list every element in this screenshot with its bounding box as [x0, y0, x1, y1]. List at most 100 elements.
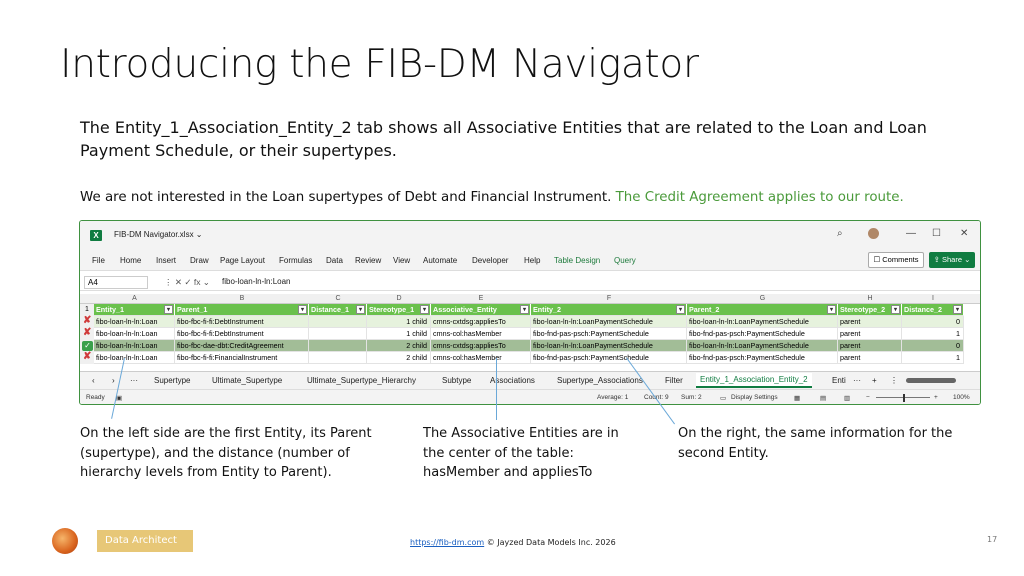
minimize-icon[interactable]: —: [906, 228, 916, 239]
table-cell[interactable]: fibo-fnd-pas-psch:PaymentSchedule: [531, 352, 687, 364]
menu-help[interactable]: Help: [524, 256, 540, 265]
table-cell[interactable]: 2 child: [367, 352, 431, 364]
header-cell[interactable]: Entity_1 ▾: [94, 304, 175, 316]
table-cell[interactable]: fibo-fnd-pas-psch:PaymentSchedule: [687, 352, 838, 364]
table-cell[interactable]: cmns-col:hasMember: [431, 328, 531, 340]
table-cell[interactable]: fibo-loan-ln-ln:LoanPaymentSchedule: [687, 316, 838, 328]
column-header[interactable]: A: [94, 294, 175, 304]
sheet-list-icon[interactable]: ⋮: [890, 376, 898, 385]
menu-formulas[interactable]: Formulas: [279, 256, 312, 265]
header-cell[interactable]: Entity_2 ▾: [531, 304, 687, 316]
table-cell[interactable]: [309, 352, 367, 364]
filter-dropdown-icon[interactable]: ▾: [164, 305, 173, 314]
header-cell[interactable]: Parent_2 ▾: [687, 304, 838, 316]
header-cell[interactable]: Parent_1 ▾: [175, 304, 309, 316]
prev-sheet-icon[interactable]: ‹: [92, 376, 95, 385]
table-cell[interactable]: [309, 328, 367, 340]
menu-page-layout[interactable]: Page Layout: [220, 256, 265, 265]
row-number[interactable]: ✘: [80, 327, 94, 340]
filter-dropdown-icon[interactable]: ▾: [891, 305, 900, 314]
column-header[interactable]: G: [687, 294, 838, 304]
tab-filter[interactable]: Filter: [665, 376, 683, 385]
zoom-slider-thumb[interactable]: [903, 394, 905, 402]
formula-input[interactable]: fibo-loan-ln-ln:Loan: [222, 277, 291, 286]
table-cell[interactable]: 1: [902, 352, 964, 364]
tab-ultimate-supertype-hierarchy[interactable]: Ultimate_Supertype_Hierarchy: [307, 376, 416, 385]
tab-ultimate-supertype[interactable]: Ultimate_Supertype: [212, 376, 282, 385]
filter-dropdown-icon[interactable]: ▾: [953, 305, 962, 314]
table-cell[interactable]: fibo-loan-ln-ln:Loan: [94, 328, 175, 340]
menu-insert[interactable]: Insert: [156, 256, 176, 265]
table-cell[interactable]: fibo-loan-ln-ln:LoanPaymentSchedule: [531, 316, 687, 328]
table-cell[interactable]: fibo-fbc-dae-dbt:CreditAgreement: [175, 340, 309, 352]
search-icon[interactable]: ⌕: [837, 228, 843, 239]
menu-draw[interactable]: Draw: [190, 256, 209, 265]
normal-view-icon[interactable]: ▦: [794, 394, 800, 402]
table-cell[interactable]: fibo-loan-ln-ln:Loan: [94, 352, 175, 364]
next-sheet-icon[interactable]: ›: [112, 376, 115, 385]
tab-subtype[interactable]: Subtype: [442, 376, 471, 385]
header-cell[interactable]: Distance_2 ▾: [902, 304, 964, 316]
table-cell[interactable]: parent: [838, 352, 902, 364]
filter-dropdown-icon[interactable]: ▾: [676, 305, 685, 314]
header-cell[interactable]: Stereotype_2 ▾: [838, 304, 902, 316]
maximize-icon[interactable]: ☐: [932, 228, 941, 239]
menu-file[interactable]: File: [92, 256, 105, 265]
header-cell[interactable]: Distance_1 ▾: [309, 304, 367, 316]
avatar[interactable]: [868, 228, 879, 239]
table-cell[interactable]: 2 child: [367, 340, 431, 352]
zoom-in-icon[interactable]: +: [934, 394, 938, 401]
column-header[interactable]: B: [175, 294, 309, 304]
table-cell[interactable]: [309, 316, 367, 328]
table-cell[interactable]: parent: [838, 316, 902, 328]
page-layout-icon[interactable]: ▤: [820, 394, 826, 402]
page-break-icon[interactable]: ▥: [844, 394, 850, 402]
row-number[interactable]: ✘: [80, 351, 94, 364]
zoom-level[interactable]: 100%: [953, 394, 970, 401]
table-cell[interactable]: fibo-loan-ln-ln:Loan: [94, 340, 175, 352]
header-cell[interactable]: Stereotype_1 ▾: [367, 304, 431, 316]
column-header[interactable]: C: [309, 294, 367, 304]
table-cell[interactable]: fibo-loan-ln-ln:Loan: [94, 316, 175, 328]
table-cell[interactable]: fibo-loan-ln-ln:LoanPaymentSchedule: [531, 340, 687, 352]
zoom-out-icon[interactable]: −: [866, 394, 870, 401]
column-header[interactable]: E: [431, 294, 531, 304]
table-cell[interactable]: 1: [902, 328, 964, 340]
table-cell[interactable]: parent: [838, 328, 902, 340]
filter-dropdown-icon[interactable]: ▾: [827, 305, 836, 314]
filter-dropdown-icon[interactable]: ▾: [356, 305, 365, 314]
share-button[interactable]: ⇪ Share ⌄: [929, 252, 975, 268]
menu-data[interactable]: Data: [326, 256, 343, 265]
table-cell[interactable]: fibo-fnd-pas-psch:PaymentSchedule: [687, 328, 838, 340]
table-cell[interactable]: fibo-fbc-fi-fi:FinancialInstrument: [175, 352, 309, 364]
menu-developer[interactable]: Developer: [472, 256, 508, 265]
horizontal-scrollbar[interactable]: [906, 378, 956, 383]
more-sheets-icon[interactable]: ···: [130, 376, 138, 385]
table-cell[interactable]: cmns-cxtdsg:appliesTo: [431, 340, 531, 352]
header-cell[interactable]: Associative_Entity ▾: [431, 304, 531, 316]
column-header[interactable]: F: [531, 294, 687, 304]
table-cell[interactable]: 1 child: [367, 316, 431, 328]
table-cell[interactable]: 0: [902, 340, 964, 352]
footer-link[interactable]: https://fib-dm.com: [410, 538, 484, 547]
column-header[interactable]: D: [367, 294, 431, 304]
add-sheet-icon[interactable]: +: [872, 376, 877, 385]
table-cell[interactable]: 1 child: [367, 328, 431, 340]
tab-entity-1-association-entity-2[interactable]: Entity_1_Association_Entity_2: [696, 373, 812, 388]
table-cell[interactable]: fibo-loan-ln-ln:LoanPaymentSchedule: [687, 340, 838, 352]
filter-dropdown-icon[interactable]: ▾: [420, 305, 429, 314]
menu-review[interactable]: Review: [355, 256, 381, 265]
table-cell[interactable]: 0: [902, 316, 964, 328]
menu-view[interactable]: View: [393, 256, 410, 265]
menu-query[interactable]: Query: [614, 256, 636, 265]
menu-automate[interactable]: Automate: [423, 256, 457, 265]
table-cell[interactable]: fibo-fbc-fi-fi:DebtInstrument: [175, 328, 309, 340]
filter-dropdown-icon[interactable]: ▾: [520, 305, 529, 314]
menu-table-design[interactable]: Table Design: [554, 256, 600, 265]
table-cell[interactable]: fibo-fbc-fi-fi:DebtInstrument: [175, 316, 309, 328]
table-cell[interactable]: [309, 340, 367, 352]
name-box[interactable]: A4: [84, 276, 148, 289]
display-settings-icon[interactable]: ▭: [720, 394, 726, 402]
filter-dropdown-icon[interactable]: ▾: [298, 305, 307, 314]
column-header[interactable]: H: [838, 294, 902, 304]
